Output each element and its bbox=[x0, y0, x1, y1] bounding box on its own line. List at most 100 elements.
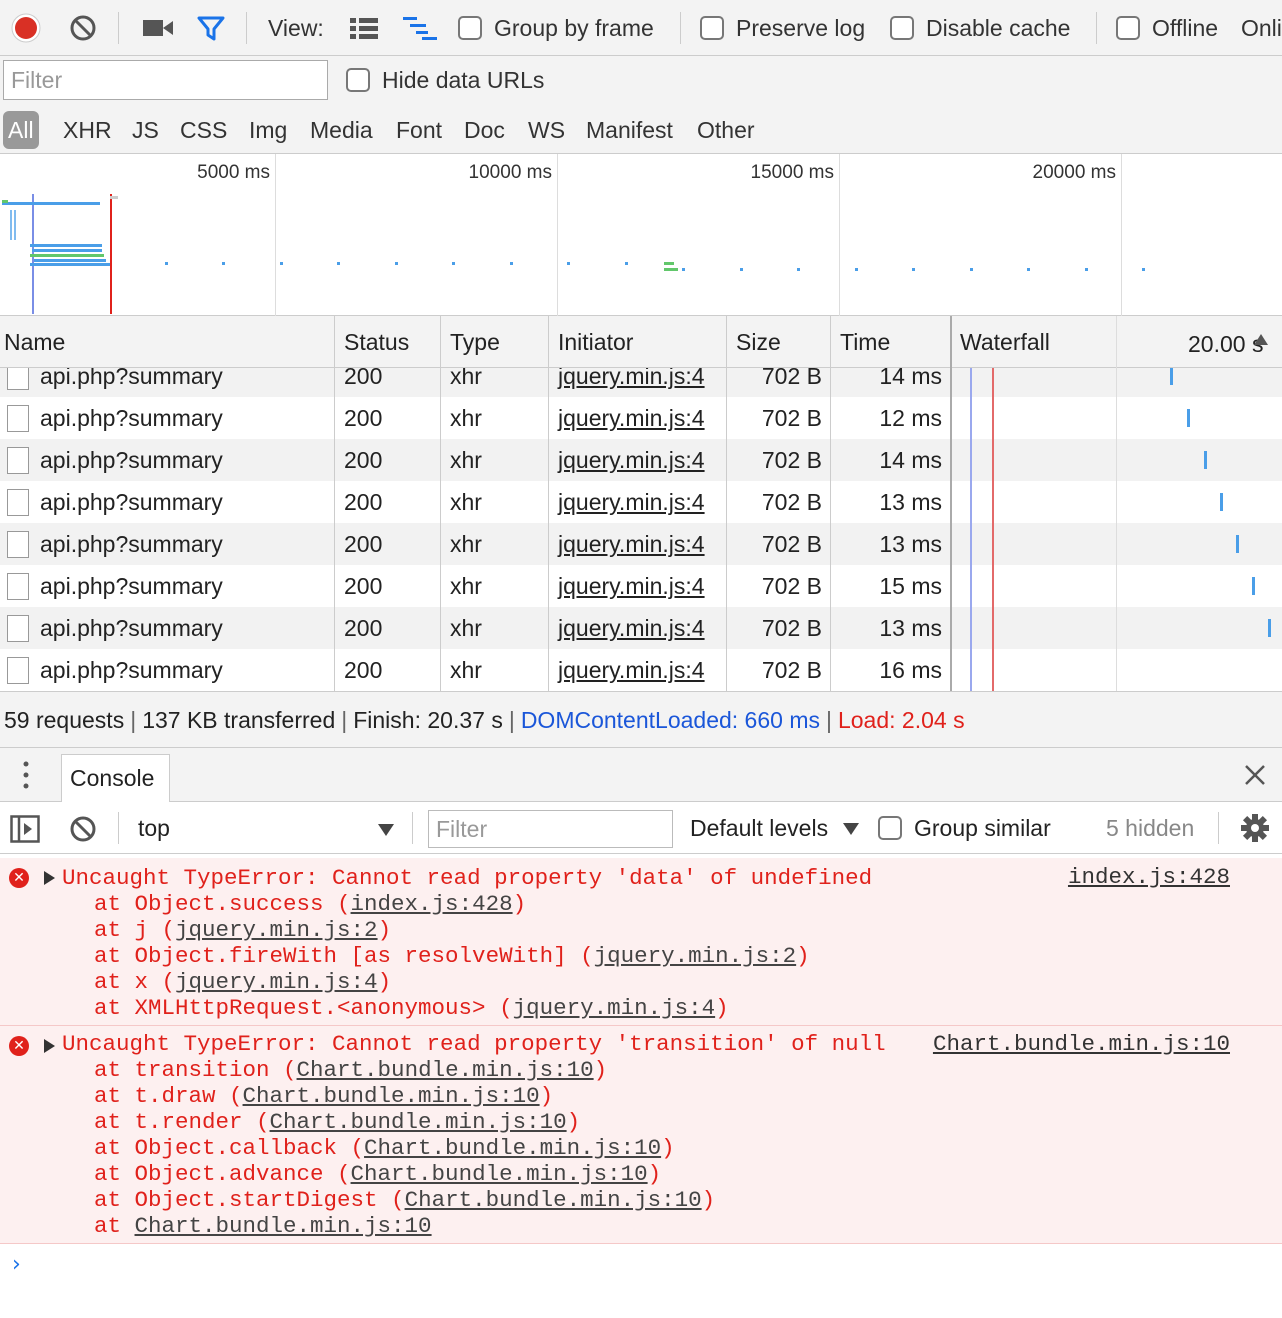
column-header-waterfall[interactable]: Waterfall bbox=[956, 316, 1050, 368]
request-initiator-link[interactable]: jquery.min.js:4 bbox=[558, 607, 705, 649]
type-filter-manifest[interactable]: Manifest bbox=[583, 111, 676, 149]
tab-console-label: Console bbox=[70, 765, 155, 791]
stack-frame-link[interactable]: Chart.bundle.min.js:10 bbox=[243, 1083, 540, 1109]
console-prompt-icon[interactable]: › bbox=[12, 1252, 21, 1277]
checkbox-box[interactable] bbox=[890, 16, 914, 40]
stack-frame-link[interactable]: Chart.bundle.min.js:10 bbox=[270, 1109, 567, 1135]
expand-triangle-icon[interactable] bbox=[44, 1039, 55, 1053]
table-row[interactable]: api.php?summary 200 xhr jquery.min.js:4 … bbox=[0, 397, 1282, 439]
table-row[interactable]: api.php?summary 200 xhr jquery.min.js:4 … bbox=[0, 607, 1282, 649]
stack-frame-link[interactable]: Chart.bundle.min.js:10 bbox=[135, 1213, 432, 1239]
checkbox-box[interactable] bbox=[700, 16, 724, 40]
stack-frame-text: at Object.success ( bbox=[94, 891, 351, 917]
show-sidebar-icon[interactable] bbox=[10, 815, 40, 843]
request-time: 14 ms bbox=[879, 447, 942, 473]
table-row[interactable]: api.php?summary 200 xhr jquery.min.js:4 … bbox=[0, 649, 1282, 691]
context-selector[interactable]: top bbox=[138, 802, 170, 854]
type-filter-css[interactable]: CSS bbox=[177, 111, 230, 149]
type-filter-ws[interactable]: WS bbox=[525, 111, 568, 149]
request-initiator-link[interactable]: jquery.min.js:4 bbox=[558, 481, 705, 523]
group-by-frame-checkbox[interactable]: Group by frame bbox=[458, 0, 654, 56]
table-row[interactable]: api.php?summary 200 xhr jquery.min.js:4 … bbox=[0, 565, 1282, 607]
error-source-link[interactable]: Chart.bundle.min.js:10 bbox=[933, 1031, 1230, 1057]
request-time: 13 ms bbox=[879, 489, 942, 515]
transferred-size: 137 KB transferred bbox=[142, 707, 336, 733]
table-row[interactable]: api.php?summary 200 xhr jquery.min.js:4 … bbox=[0, 481, 1282, 523]
timeline-overview[interactable]: 5000 ms 10000 ms 15000 ms 20000 ms bbox=[0, 154, 1282, 316]
filter-input[interactable] bbox=[3, 60, 328, 100]
request-status: 200 bbox=[344, 573, 383, 599]
checkbox-box[interactable] bbox=[458, 16, 482, 40]
stack-frame-link[interactable]: Chart.bundle.min.js:10 bbox=[405, 1187, 702, 1213]
stack-frame-link[interactable]: jquery.min.js:4 bbox=[513, 995, 716, 1021]
throttling-select[interactable]: Onli bbox=[1241, 0, 1282, 56]
checkbox-box[interactable] bbox=[346, 68, 370, 92]
console-error-message[interactable]: ✕ Uncaught TypeError: Cannot read proper… bbox=[0, 1026, 1282, 1244]
request-initiator-link[interactable]: jquery.min.js:4 bbox=[558, 523, 705, 565]
request-size: 702 B bbox=[761, 615, 822, 641]
stack-frame: at Object.callback (Chart.bundle.min.js:… bbox=[94, 1135, 675, 1161]
column-header-type[interactable]: Type bbox=[446, 316, 500, 368]
checkbox-box[interactable] bbox=[1116, 16, 1140, 40]
column-header-initiator[interactable]: Initiator bbox=[554, 316, 633, 368]
request-name: api.php?summary bbox=[40, 368, 223, 389]
close-icon[interactable] bbox=[1244, 764, 1266, 786]
clear-button[interactable] bbox=[68, 0, 98, 56]
console-input[interactable] bbox=[40, 1250, 1270, 1280]
stack-frame-link[interactable]: jquery.min.js:4 bbox=[175, 969, 378, 995]
type-filter-js[interactable]: JS bbox=[129, 111, 162, 149]
offline-checkbox[interactable]: Offline bbox=[1116, 0, 1218, 56]
stack-frame-link[interactable]: jquery.min.js:2 bbox=[594, 943, 797, 969]
expand-triangle-icon[interactable] bbox=[44, 871, 55, 885]
stack-frame-link[interactable]: jquery.min.js:2 bbox=[175, 917, 378, 943]
chevron-down-icon[interactable] bbox=[843, 823, 859, 835]
stack-frame-link[interactable]: index.js:428 bbox=[351, 891, 513, 917]
request-initiator-link[interactable]: jquery.min.js:4 bbox=[558, 649, 705, 691]
type-filter-font[interactable]: Font bbox=[393, 111, 445, 149]
type-filter-all[interactable]: All bbox=[3, 111, 39, 149]
error-icon: ✕ bbox=[9, 1036, 29, 1056]
finish-time: Finish: 20.37 s bbox=[353, 707, 503, 733]
tab-console[interactable]: Console bbox=[61, 754, 170, 802]
request-table-body[interactable]: api.php?summary 200 xhr jquery.min.js:4 … bbox=[0, 368, 1282, 691]
filter-toggle-button[interactable] bbox=[196, 0, 226, 56]
request-initiator-link[interactable]: jquery.min.js:4 bbox=[558, 439, 705, 481]
type-filter-media[interactable]: Media bbox=[307, 111, 376, 149]
checkbox-box[interactable] bbox=[878, 816, 902, 840]
column-header-time[interactable]: Time bbox=[836, 316, 890, 368]
preserve-log-checkbox[interactable]: Preserve log bbox=[700, 0, 865, 56]
type-filter-other[interactable]: Other bbox=[694, 111, 758, 149]
stack-frame-link[interactable]: Chart.bundle.min.js:10 bbox=[351, 1161, 648, 1187]
console-error-message[interactable]: ✕ Uncaught TypeError: Cannot read proper… bbox=[0, 858, 1282, 1026]
overview-toggle-button[interactable] bbox=[402, 0, 438, 56]
type-filter-xhr[interactable]: XHR bbox=[60, 111, 115, 149]
type-filter-doc[interactable]: Doc bbox=[461, 111, 508, 149]
request-initiator-link[interactable]: jquery.min.js:4 bbox=[558, 565, 705, 607]
column-header-size[interactable]: Size bbox=[732, 316, 781, 368]
document-icon bbox=[7, 405, 29, 432]
group-similar-checkbox[interactable]: Group similar bbox=[878, 802, 1051, 854]
stack-frame-link[interactable]: Chart.bundle.min.js:10 bbox=[364, 1135, 661, 1161]
type-filter-img[interactable]: Img bbox=[246, 111, 290, 149]
more-tools-icon[interactable] bbox=[18, 760, 34, 790]
error-source-link[interactable]: index.js:428 bbox=[1068, 864, 1230, 890]
console-filter-input[interactable] bbox=[428, 810, 673, 848]
column-header-status[interactable]: Status bbox=[340, 316, 409, 368]
hide-data-urls-checkbox[interactable]: Hide data URLs bbox=[346, 56, 544, 104]
screenshot-button[interactable] bbox=[142, 0, 174, 56]
clear-console-icon[interactable] bbox=[69, 815, 97, 843]
table-row[interactable]: api.php?summary 200 xhr jquery.min.js:4 … bbox=[0, 439, 1282, 481]
request-initiator-link[interactable]: jquery.min.js:4 bbox=[558, 368, 705, 397]
filter-icon bbox=[197, 16, 225, 41]
gear-icon[interactable] bbox=[1240, 813, 1270, 843]
stack-frame-link[interactable]: Chart.bundle.min.js:10 bbox=[297, 1057, 594, 1083]
log-levels-select[interactable]: Default levels bbox=[690, 802, 828, 854]
table-row[interactable]: api.php?summary 200 xhr jquery.min.js:4 … bbox=[0, 523, 1282, 565]
column-header-name[interactable]: Name bbox=[0, 316, 65, 368]
table-row[interactable]: api.php?summary 200 xhr jquery.min.js:4 … bbox=[0, 368, 1282, 397]
record-button[interactable] bbox=[10, 0, 42, 56]
chevron-down-icon[interactable] bbox=[378, 824, 394, 836]
large-rows-button[interactable] bbox=[349, 0, 379, 56]
request-initiator-link[interactable]: jquery.min.js:4 bbox=[558, 397, 705, 439]
disable-cache-checkbox[interactable]: Disable cache bbox=[890, 0, 1070, 56]
